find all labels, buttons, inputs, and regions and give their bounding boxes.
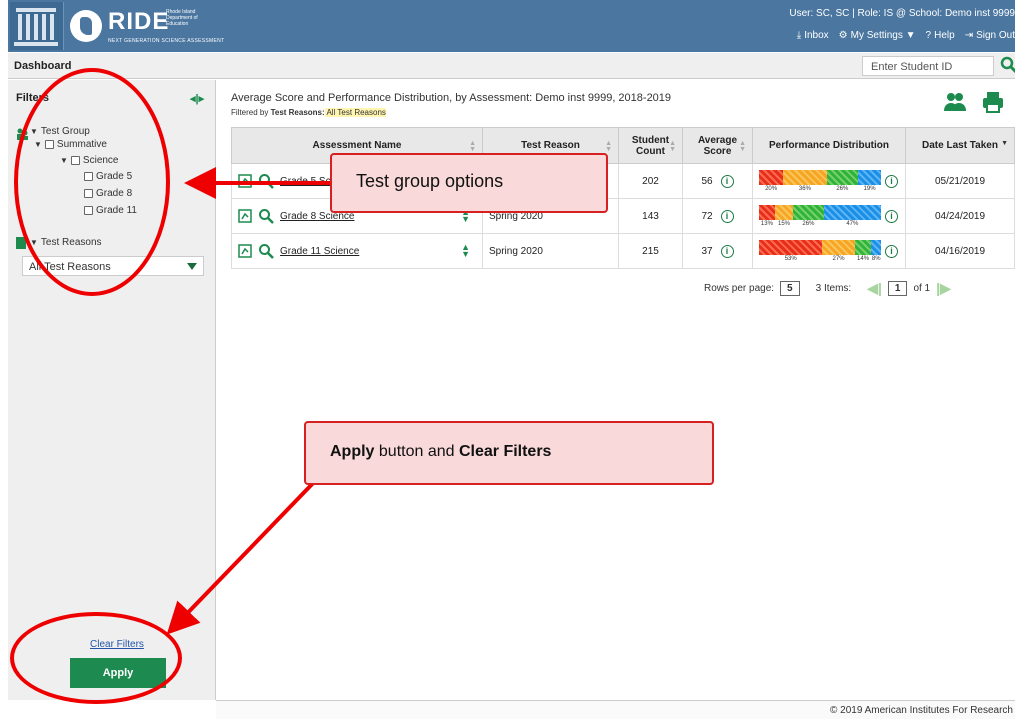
- search-icon[interactable]: [1000, 55, 1015, 75]
- help-link[interactable]: ? Help: [926, 30, 955, 41]
- date-cell: 04/16/2019: [905, 233, 1015, 269]
- col-average-score[interactable]: Average Score ▲ ▼: [682, 127, 753, 164]
- logo-tagline: NEXT GENERATION SCIENCE ASSESSMENT: [108, 38, 225, 44]
- performance-cell: 53% 27% 14% 8% i: [752, 233, 906, 269]
- chevron-down-icon: [187, 263, 197, 270]
- prev-page-icon[interactable]: ◀|: [867, 280, 882, 297]
- user-info: User: SC, SC | Role: IS @ School: Demo i…: [789, 8, 1015, 19]
- header-nav: ⤓ Inbox ⚙ My Settings ▼ ? Help ⇥ Sign Out: [797, 30, 1015, 41]
- page-title: Dashboard: [14, 60, 72, 72]
- help-icon: ?: [925, 30, 932, 41]
- print-icon[interactable]: [981, 90, 1005, 114]
- logo-subtext: Rhode Island Department of Education: [166, 9, 198, 27]
- callout-test-group: Test group options: [330, 153, 608, 213]
- test-reason-cell: Spring 2020: [482, 233, 619, 269]
- performance-segment: [759, 169, 784, 185]
- logo-text: RIDE: [108, 8, 170, 35]
- info-icon[interactable]: i: [885, 244, 898, 258]
- signout-link[interactable]: ⇥ Sign Out: [965, 30, 1015, 41]
- pagination: Rows per page: 5 3 Items: ◀| 1 of 1 |▶: [704, 280, 951, 297]
- table-row: Grade 11 Science ▲ ▼ Spring 2020 215 37 i …: [231, 233, 1015, 269]
- ellipse-annotation: [10, 612, 182, 704]
- average-score-cell: 72 i: [682, 198, 753, 234]
- state-map-icon: [70, 10, 102, 42]
- assessment-link[interactable]: Grade 11 Science: [280, 246, 359, 257]
- sort-icon: ▲ ▼: [669, 140, 676, 153]
- performance-segment: [858, 169, 881, 185]
- performance-segment: [854, 239, 872, 255]
- filter-summary: Filtered by Test Reasons: All Test Reaso…: [231, 108, 386, 117]
- sort-icon: ▲ ▼: [469, 140, 476, 153]
- settings-link[interactable]: ⚙ My Settings ▼: [839, 30, 916, 41]
- performance-bar: [759, 239, 881, 255]
- col-performance-distribution: Performance Distribution: [752, 127, 906, 164]
- report-icon[interactable]: [238, 244, 252, 258]
- magnify-icon[interactable]: [258, 173, 274, 189]
- performance-bar: [759, 204, 881, 220]
- sort-icon: ▲ ▼: [739, 140, 746, 153]
- inbox-link[interactable]: ⤓ Inbox: [797, 30, 829, 41]
- footer: © 2019 American Institutes For Research: [216, 700, 1015, 719]
- next-page-icon[interactable]: |▶: [936, 280, 951, 297]
- ellipse-annotation: [14, 68, 170, 296]
- performance-bar: [759, 169, 881, 185]
- magnify-icon[interactable]: [258, 243, 274, 259]
- student-count-cell: 202: [618, 163, 683, 199]
- info-icon[interactable]: i: [720, 244, 734, 258]
- performance-segment: [783, 169, 827, 185]
- average-score-cell: 56 i: [682, 163, 753, 199]
- performance-segment: [826, 169, 859, 185]
- collapse-toggle-icon[interactable]: ◂|▸: [190, 92, 204, 105]
- col-date-last-taken[interactable]: Date Last Taken ▼: [905, 127, 1015, 164]
- assessment-cell: Grade 11 Science ▲ ▼: [231, 233, 483, 269]
- student-count-cell: 215: [618, 233, 683, 269]
- performance-segment: [871, 239, 881, 255]
- performance-segment: [822, 239, 855, 255]
- info-icon[interactable]: i: [720, 209, 734, 223]
- report-title: Average Score and Performance Distributi…: [231, 92, 672, 104]
- report-icon[interactable]: [238, 209, 252, 223]
- date-cell: 05/21/2019: [905, 163, 1015, 199]
- info-icon[interactable]: i: [885, 174, 898, 188]
- info-icon[interactable]: i: [720, 174, 734, 188]
- download-icon: ⤓: [796, 30, 802, 41]
- building-icon: [10, 2, 64, 50]
- app-header: RIDE Rhode Island Department of Educatio…: [8, 0, 1015, 52]
- sort-icon: ▲ ▼: [605, 140, 612, 153]
- col-student-count[interactable]: Student Count ▲ ▼: [618, 127, 683, 164]
- performance-segment: [793, 204, 824, 220]
- info-icon[interactable]: i: [885, 209, 898, 223]
- page-input[interactable]: 1: [887, 281, 908, 296]
- rows-per-page-input[interactable]: 5: [780, 281, 800, 296]
- performance-segment: [774, 204, 794, 220]
- student-count-cell: 143: [618, 198, 683, 234]
- ride-logo[interactable]: RIDE Rhode Island Department of Educatio…: [10, 2, 224, 50]
- performance-cell: 20% 36% 26% 19% i: [752, 163, 906, 199]
- date-cell: 04/24/2019: [905, 198, 1015, 234]
- magnify-icon[interactable]: [258, 208, 274, 224]
- gear-icon: ⚙: [838, 30, 848, 41]
- signout-icon: ⇥: [964, 30, 974, 41]
- performance-segment: [823, 204, 881, 220]
- dashboard-bar: Dashboard Enter Student ID: [8, 53, 1015, 79]
- callout-apply: Apply button and Clear Filters: [304, 421, 714, 485]
- sort-desc-icon: ▼: [1001, 140, 1008, 147]
- performance-segment: [759, 239, 823, 255]
- average-score-cell: 37 i: [682, 233, 753, 269]
- student-id-input[interactable]: Enter Student ID: [862, 56, 994, 76]
- students-icon[interactable]: [943, 90, 967, 114]
- expand-icon[interactable]: ▲▼: [461, 243, 470, 259]
- performance-segment: [759, 204, 775, 220]
- report-icon[interactable]: [238, 174, 252, 188]
- performance-cell: 13% 15% 26% 47% i: [752, 198, 906, 234]
